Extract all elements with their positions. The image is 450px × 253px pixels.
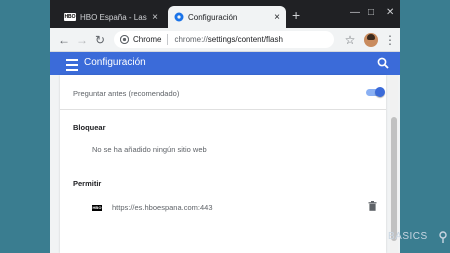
watermark-text: BASICS — [388, 231, 428, 242]
tab-settings[interactable]: Configuración × — [168, 6, 286, 28]
tab-title: HBO España - Las mejores se — [80, 12, 149, 22]
tab-strip: HBO HBO España - Las mejores se × Config… — [50, 0, 400, 28]
avatar[interactable] — [364, 33, 378, 47]
back-arrow-icon[interactable]: ← — [56, 32, 72, 48]
close-tab-icon[interactable]: × — [274, 12, 280, 23]
close-window-button[interactable]: ✕ — [386, 8, 394, 18]
block-section-title: Bloquear — [73, 123, 106, 132]
browser-toolbar: ← → ↻ Chrome chrome://settings/content/f… — [50, 28, 400, 52]
address-bar[interactable]: Chrome chrome://settings/content/flash — [114, 31, 334, 48]
divider — [60, 109, 386, 110]
minimize-button[interactable]: — — [350, 8, 360, 18]
new-tab-button[interactable]: + — [292, 8, 300, 22]
forward-arrow-icon[interactable]: → — [74, 32, 90, 48]
bookmark-star-icon[interactable]: ☆ — [342, 32, 358, 48]
close-tab-icon[interactable]: × — [152, 12, 158, 23]
site-url: https://es.hboespana.com:443 — [112, 203, 213, 212]
tab-title: Configuración — [188, 12, 238, 22]
maximize-button[interactable]: □ — [368, 8, 374, 18]
settings-content: Preguntar antes (recomendado) Bloquear N… — [50, 75, 400, 253]
list-item[interactable]: HBO https://es.hboespana.com:443 — [92, 203, 213, 212]
gear-icon — [174, 12, 184, 22]
url-path: settings/content/flash — [207, 35, 283, 44]
trash-icon[interactable] — [368, 201, 377, 211]
settings-header: Configuración — [50, 52, 400, 75]
search-icon[interactable] — [376, 56, 390, 70]
allow-section-title: Permitir — [73, 179, 102, 188]
pin-icon — [439, 231, 447, 243]
block-empty-text: No se ha añadido ningún sitio web — [92, 145, 207, 154]
chip-divider — [167, 34, 169, 45]
flash-settings-card: Preguntar antes (recomendado) Bloquear N… — [60, 75, 386, 253]
scrollbar[interactable] — [390, 75, 398, 253]
menu-dots-icon[interactable]: ⋮ — [382, 32, 398, 48]
hamburger-menu-icon[interactable] — [66, 56, 78, 71]
hbo-favicon-icon: HBO — [92, 204, 102, 211]
browser-window: HBO HBO España - Las mejores se × Config… — [50, 0, 400, 253]
reload-icon[interactable]: ↻ — [92, 32, 108, 48]
chrome-icon — [120, 35, 129, 44]
scrollbar-thumb[interactable] — [391, 117, 397, 241]
tab-hbo[interactable]: HBO HBO España - Las mejores se × — [58, 6, 164, 28]
site-chip: Chrome — [133, 35, 162, 44]
url-scheme: chrome:// — [174, 35, 208, 44]
ask-first-label: Preguntar antes (recomendado) — [73, 89, 180, 98]
ask-first-toggle[interactable] — [366, 87, 385, 98]
page-title: Configuración — [84, 57, 146, 68]
hbo-favicon-icon: HBO — [64, 13, 76, 21]
